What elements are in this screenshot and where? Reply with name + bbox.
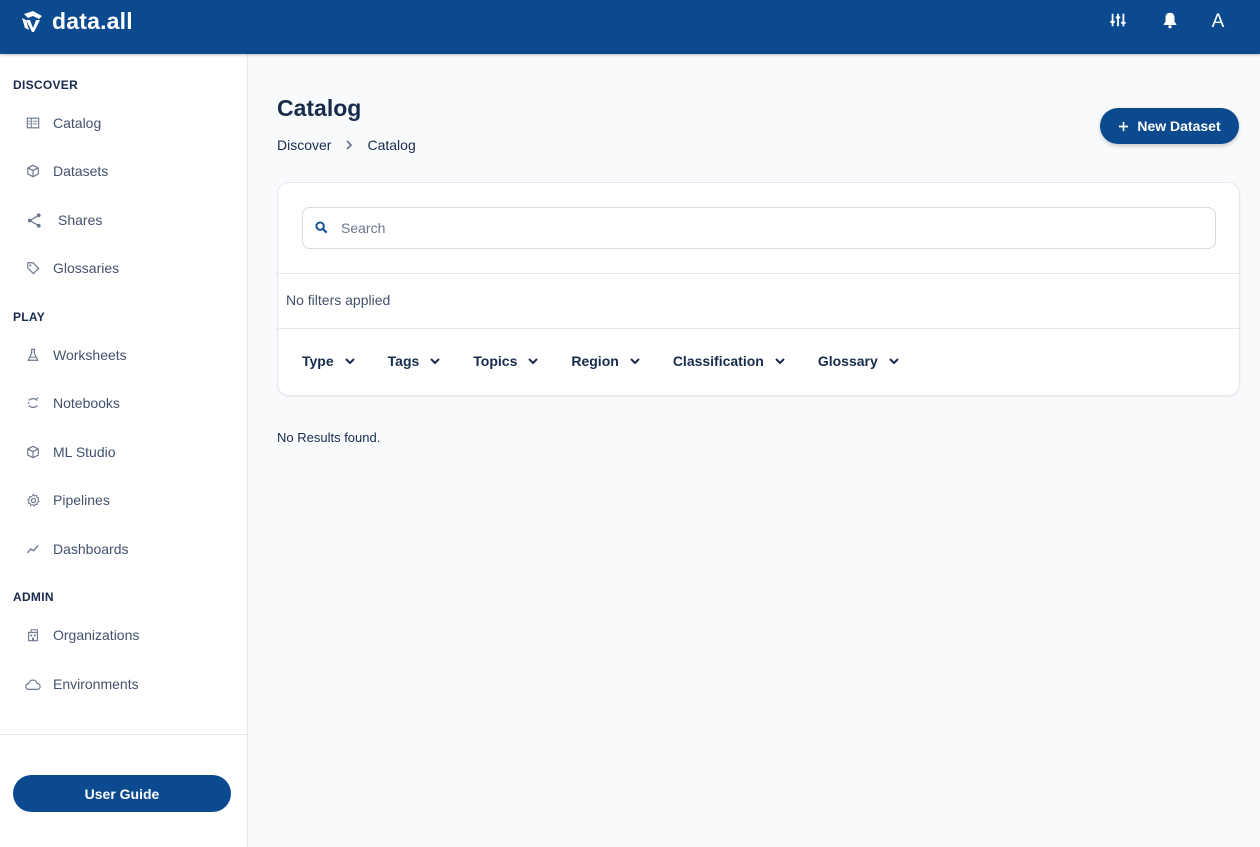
filter-type[interactable]: Type [302,353,356,369]
filter-classification[interactable]: Classification [673,353,786,369]
chevron-down-icon [774,355,786,367]
card-divider [278,328,1239,329]
share-icon [24,211,44,229]
chevron-right-icon [343,139,355,151]
sidebar-item-label: Pipelines [53,492,110,508]
chevron-down-icon [429,355,441,367]
sidebar-item-environments[interactable]: Environments [12,666,236,702]
filter-bar: Type Tags Topics Region Classification G… [302,353,932,369]
bell-icon [1161,11,1179,34]
building-icon [24,626,42,644]
sidebar-item-label: Glossaries [53,260,120,276]
sidebar-divider [0,734,247,735]
sidebar-item-shares[interactable]: Shares [12,202,236,238]
sidebar-item-notebooks[interactable]: Notebooks [12,385,236,421]
new-dataset-button[interactable]: New Dataset [1100,108,1239,144]
user-avatar: A [1211,11,1225,32]
sidebar-item-datasets[interactable]: Datasets [12,153,236,189]
chevron-down-icon [629,355,641,367]
search-icon [315,221,329,235]
breadcrumb-catalog: Catalog [367,137,416,153]
card-divider [278,273,1239,274]
user-account-button[interactable]: A [1196,0,1240,44]
sidebar-item-pipelines[interactable]: Pipelines [12,482,236,518]
filter-label: Classification [672,353,764,369]
sidebar-item-label: Dashboards [53,541,129,557]
filter-label: Region [571,353,619,369]
topbar-actions: A [1092,0,1240,44]
section-title-admin: ADMIN [13,590,54,604]
results-message: No Results found. [277,430,381,445]
sidebar-item-label: Organizations [53,627,140,643]
chart-line-icon [24,540,42,558]
cube-icon [24,162,42,180]
new-dataset-label: New Dataset [1137,118,1221,134]
sidebar-item-label: Environments [53,676,139,692]
breadcrumb-discover[interactable]: Discover [277,137,331,153]
page-title: Catalog [277,95,362,121]
user-guide-button[interactable]: User Guide [13,775,231,812]
filter-label: Tags [387,353,420,369]
section-title-discover: DISCOVER [13,78,79,92]
sidebar-item-catalog[interactable]: Catalog [12,105,236,141]
section-title-play: PLAY [13,310,46,324]
search-input[interactable] [341,220,1201,236]
settings-sliders-button[interactable] [1092,0,1144,44]
sidebar-item-ml-studio[interactable]: ML Studio [12,434,236,470]
sidebar-item-label: Catalog [53,115,102,131]
cube-icon [24,443,42,461]
flask-icon [24,346,42,364]
app-name: data.all [52,8,133,34]
filter-status: No filters applied [286,292,391,308]
notebook-icon [24,394,42,412]
sidebar-item-organizations[interactable]: Organizations [12,617,236,653]
sidebar-item-label: Datasets [53,163,109,179]
sidebar-item-glossaries[interactable]: Glossaries [12,250,236,286]
catalog-icon [24,114,42,132]
sidebar-item-worksheets[interactable]: Worksheets [12,337,236,373]
sidebar-item-label: Shares [58,212,103,228]
sidebar-item-label: Worksheets [53,347,127,363]
data-all-logo-icon [20,8,46,34]
catalog-search-card: No filters applied Type Tags Topics Regi… [277,182,1240,396]
filter-glossary[interactable]: Glossary [818,353,900,369]
filter-tags[interactable]: Tags [388,353,442,369]
sidebar: DISCOVER Catalog Datasets Shares Glossar… [0,54,248,847]
sidebar-item-label: Notebooks [53,395,120,411]
filter-region[interactable]: Region [571,353,640,369]
gear-icon [24,491,42,509]
brand[interactable]: data.all [20,8,133,34]
search-field[interactable] [302,207,1216,249]
sidebar-item-label: ML Studio [53,444,116,460]
filter-topics[interactable]: Topics [473,353,539,369]
filter-label: Glossary [817,353,878,369]
plus-icon [1118,117,1129,135]
filter-label: Type [302,353,334,369]
cloud-icon [24,675,42,693]
filter-label: Topics [473,353,518,369]
chevron-down-icon [527,355,539,367]
top-app-bar: data.all A [0,0,1260,54]
chevron-down-icon [344,355,356,367]
breadcrumb: Discover Catalog [277,137,416,153]
tag-icon [24,259,42,277]
sidebar-item-dashboards[interactable]: Dashboards [12,531,236,567]
chevron-down-icon [888,355,900,367]
notifications-button[interactable] [1144,0,1196,44]
settings-sliders-icon [1109,11,1127,34]
